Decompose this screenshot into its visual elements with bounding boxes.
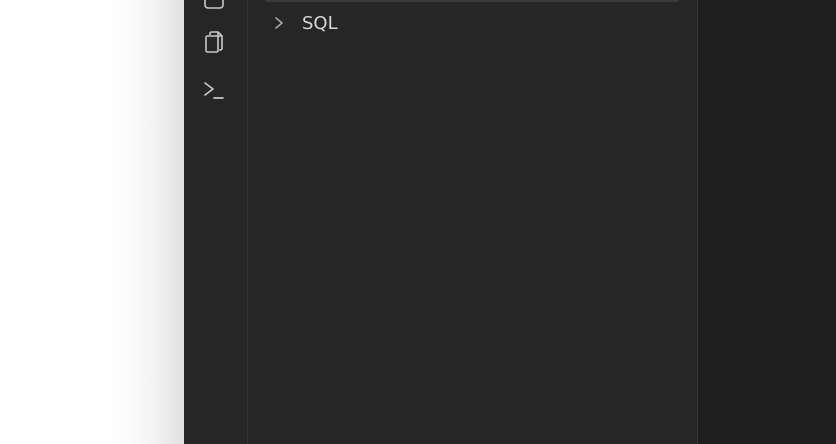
activity-bar bbox=[184, 0, 248, 444]
sidebar-panel: SQL bbox=[248, 0, 698, 444]
panel-top-edge bbox=[265, 0, 679, 2]
terminal-icon bbox=[202, 78, 226, 106]
tree-item-sql[interactable]: SQL bbox=[272, 10, 338, 36]
activity-button-window[interactable] bbox=[201, 0, 227, 16]
window-shadow bbox=[110, 0, 184, 444]
activity-button-files[interactable] bbox=[201, 31, 227, 57]
chevron-right-icon bbox=[272, 16, 286, 30]
activity-button-terminal[interactable] bbox=[201, 79, 227, 105]
files-copy-icon bbox=[202, 29, 226, 59]
tree-item-label: SQL bbox=[302, 12, 338, 34]
editor-area bbox=[698, 0, 836, 444]
app-window: SQL bbox=[184, 0, 836, 444]
screen: SQL bbox=[0, 0, 836, 444]
window-icon bbox=[203, 0, 225, 16]
